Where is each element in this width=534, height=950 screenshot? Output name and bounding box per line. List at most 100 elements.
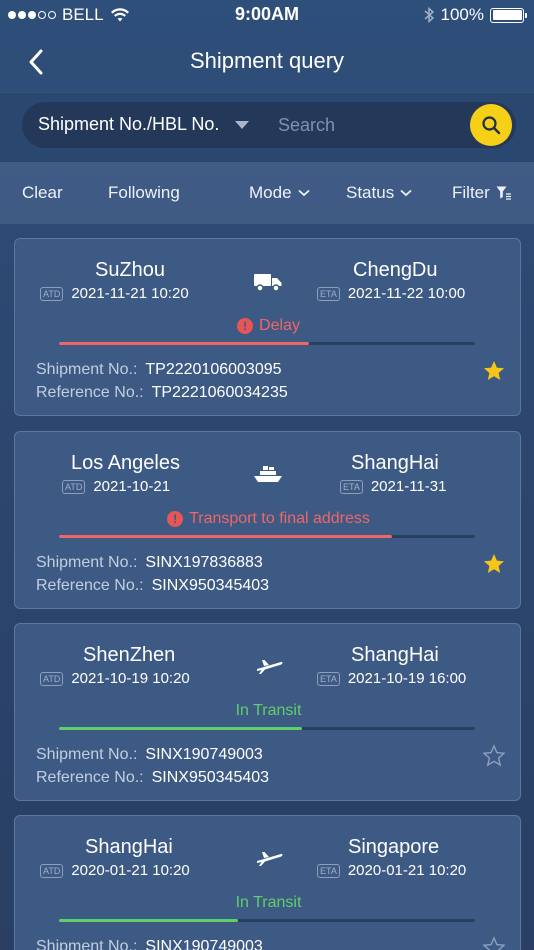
shipment-number-row: Shipment No.: SINX190749003: [36, 746, 263, 764]
mode-dropdown[interactable]: Mode: [249, 183, 310, 203]
reference-number-row: Reference No.: SINX950345403: [36, 769, 269, 787]
status-dropdown[interactable]: Status: [346, 183, 412, 203]
destination-city: ShangHai: [351, 644, 439, 666]
progress-track: [59, 342, 475, 345]
destination-city: ShangHai: [351, 452, 439, 474]
page-title: Shipment query: [189, 48, 345, 73]
atd-value: 2020-01-21 10:20: [71, 862, 190, 879]
search-input[interactable]: [278, 110, 458, 140]
shipment-card[interactable]: SuZhou ATD 2021-11-21 10:20 ChengDu ETA 20…: [14, 238, 521, 416]
progress-fill: [59, 342, 309, 345]
origin-city: Los Angeles: [71, 452, 180, 474]
search-type-dropdown[interactable]: Shipment No./HBL No.: [38, 114, 250, 135]
filter-button[interactable]: Filter: [452, 183, 512, 203]
search-area: Shipment No./HBL No.: [0, 92, 534, 162]
chevron-down-icon: [297, 189, 310, 197]
arrival-time: ETA 2020-01-21 10:20: [317, 862, 466, 879]
status-text: Delay: [259, 317, 300, 334]
status-indicator: ! Delay: [15, 317, 522, 335]
status-indicator: ! Transport to final address: [15, 510, 522, 528]
eta-tag: ETA: [340, 480, 363, 495]
status-bar: BELL 9:00AM 100%: [0, 0, 534, 30]
shipment-card[interactable]: ShangHai ATD 2020-01-21 10:20 Singapore E…: [14, 815, 521, 950]
progress-fill: [59, 919, 238, 922]
progress-fill: [59, 535, 392, 538]
arrival-time: ETA 2021-10-19 16:00: [317, 670, 466, 687]
departure-time: ATD 2020-01-21 10:20: [40, 862, 190, 879]
status-text: Transport to final address: [189, 510, 370, 527]
eta-tag: ETA: [317, 287, 340, 302]
shipment-number-row: Shipment No.: SINX197836883: [36, 554, 263, 572]
star-outline-icon[interactable]: [482, 744, 506, 768]
search-button[interactable]: [470, 104, 512, 146]
chevron-down-icon: [400, 189, 412, 197]
battery-percent: 100%: [440, 5, 484, 24]
arrival-time: ETA 2021-11-22 10:00: [317, 285, 465, 302]
reference-number-label: Reference No.:: [36, 769, 144, 786]
atd-value: 2021-11-21 10:20: [71, 285, 189, 302]
reference-number-label: Reference No.:: [36, 577, 144, 594]
shipment-number: SINX190749003: [145, 938, 263, 950]
alert-icon: !: [237, 318, 254, 334]
star-icon[interactable]: [482, 552, 506, 576]
shipment-card[interactable]: Los Angeles ATD 2021-10-21 ShangHai ETA 20…: [14, 431, 521, 609]
shipment-number: SINX197836883: [145, 554, 263, 571]
status-text: In Transit: [235, 894, 302, 911]
status-text: In Transit: [235, 702, 302, 719]
truck-icon: [254, 274, 282, 292]
clear-button[interactable]: Clear: [22, 183, 63, 203]
progress-track: [59, 727, 475, 730]
progress-track: [59, 535, 475, 538]
mode-label: Mode: [249, 183, 292, 202]
reference-number-row: Reference No.: SINX950345403: [36, 577, 269, 595]
shipment-card[interactable]: ShenZhen ATD 2021-10-19 10:20 ShangHai ET…: [14, 623, 521, 801]
eta-value: 2021-11-22 10:00: [347, 285, 466, 302]
eta-value: 2020-01-21 10:20: [347, 862, 467, 879]
star-outline-icon[interactable]: [482, 936, 506, 950]
status-label: Status: [346, 183, 395, 202]
following-tab[interactable]: Following: [108, 183, 180, 203]
shipment-number-label: Shipment No.:: [36, 746, 138, 763]
reference-number: SINX950345403: [151, 769, 270, 786]
eta-value: 2021-11-31: [370, 478, 447, 495]
reference-number: TP2221060034235: [151, 384, 288, 401]
eta-tag: ETA: [317, 864, 340, 879]
search-icon: [482, 116, 501, 135]
departure-time: ATD 2021-11-21 10:20: [40, 285, 189, 302]
arrival-time: ETA 2021-11-31: [340, 478, 446, 495]
ship-icon: [254, 466, 282, 482]
status-right: 100%: [423, 5, 527, 25]
funnel-icon: [496, 186, 511, 200]
filter-label: Filter: [452, 183, 490, 202]
clear-label: Clear: [22, 183, 63, 202]
atd-value: 2021-10-19 10:20: [71, 670, 190, 687]
progress-fill: [59, 727, 303, 730]
alert-icon: !: [167, 511, 184, 527]
departure-time: ATD 2021-10-21: [62, 478, 170, 495]
plane-icon: [257, 852, 283, 866]
origin-city: ShenZhen: [83, 644, 176, 666]
reference-number: SINX950345403: [151, 577, 270, 594]
shipment-number-row: Shipment No.: SINX190749003: [36, 938, 263, 950]
atd-tag: ATD: [62, 480, 86, 495]
star-icon[interactable]: [482, 359, 506, 383]
origin-city: SuZhou: [95, 259, 166, 281]
atd-tag: ATD: [40, 287, 64, 302]
atd-tag: ATD: [40, 672, 64, 687]
following-label: Following: [108, 183, 180, 202]
atd-value: 2021-10-21: [93, 478, 171, 495]
bluetooth-icon: [424, 6, 434, 24]
reference-number-row: Reference No.: TP2221060034235: [36, 384, 288, 402]
shipment-number-label: Shipment No.:: [36, 938, 138, 950]
shipment-number-label: Shipment No.:: [36, 554, 138, 571]
progress-track: [59, 919, 475, 922]
reference-number-label: Reference No.:: [36, 384, 144, 401]
departure-time: ATD 2021-10-19 10:20: [40, 670, 190, 687]
plane-icon: [257, 660, 283, 674]
destination-city: Singapore: [348, 836, 440, 858]
origin-city: ShangHai: [85, 836, 173, 858]
search-bar: Shipment No./HBL No.: [22, 102, 516, 148]
shipment-number-row: Shipment No.: TP2220106003095: [36, 361, 282, 379]
status-indicator: In Transit: [15, 702, 522, 720]
destination-city: ChengDu: [353, 259, 438, 281]
